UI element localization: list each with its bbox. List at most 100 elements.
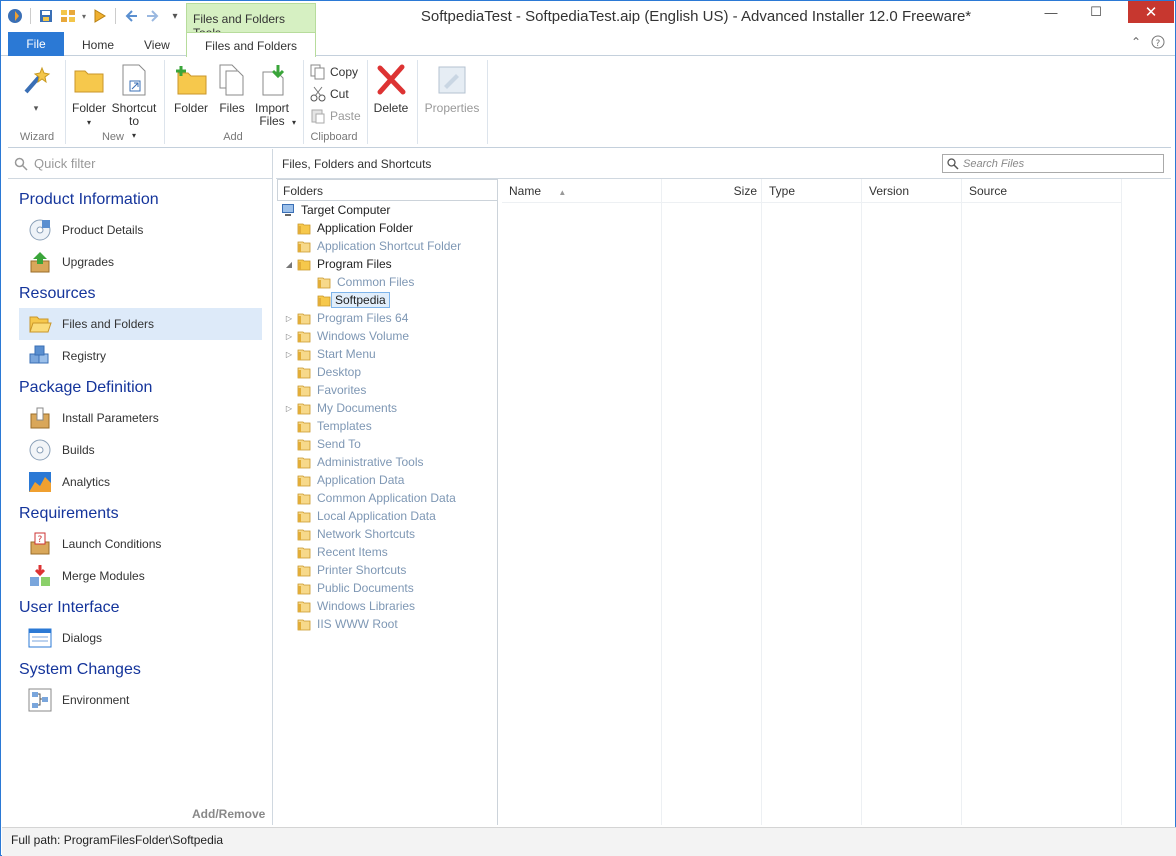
forward-arrow-icon[interactable] [143,6,163,26]
column-header-version[interactable]: Version [862,179,962,203]
tree-item[interactable]: Application Folder [283,219,413,237]
expand-arrow-icon[interactable]: ▷ [283,314,295,323]
tree-item[interactable]: Common Application Data [283,489,456,507]
import-files-button[interactable]: Import Files ▾ [252,62,296,129]
tab-home[interactable]: Home [82,32,114,56]
tree-item-label: Program Files [317,257,392,271]
help-icon[interactable]: ? [1151,35,1165,52]
nav-item-builds[interactable]: Builds [19,434,262,466]
tree-item[interactable]: ▷ Windows Volume [283,327,409,345]
nav-label: Files and Folders [62,317,155,331]
column-header-size[interactable]: Size [662,179,762,203]
nav-item-upgrades[interactable]: Upgrades [19,246,262,278]
tree-item[interactable]: Target Computer [279,201,390,219]
cut-button[interactable]: Cut [310,86,349,102]
maximize-button[interactable]: ☐ [1081,1,1111,23]
add-folder-button[interactable]: Folder [170,62,212,115]
nav-item-analytics[interactable]: Analytics [19,466,262,498]
paste-button[interactable]: Paste [310,108,361,124]
nav-label: Install Parameters [62,411,159,425]
properties-button[interactable]: Properties [422,62,482,115]
tree-item[interactable]: Network Shortcuts [283,525,415,543]
close-button[interactable]: ✕ [1128,1,1174,23]
tree-item[interactable]: Templates [283,417,372,435]
expand-arrow-icon[interactable]: ▷ [283,350,295,359]
title-bar: ▾ ▾ Files and Folders Tools SoftpediaTes… [1,1,1175,40]
shortcut-to-button[interactable]: Shortcut to▾ [110,62,158,142]
save-icon[interactable] [36,6,56,26]
shortcut-to-label: Shortcut to [111,101,157,128]
tree-item[interactable]: Public Documents [283,579,414,597]
app-logo-icon[interactable] [5,6,25,26]
tab-files-and-folders[interactable]: Files and Folders [186,32,316,57]
new-folder-label: Folder [71,101,106,115]
tree-item[interactable]: Favorites [283,381,366,399]
folder-icon [297,439,311,451]
new-folder-button[interactable]: Folder ▾ [68,62,110,129]
folder-icon [297,331,311,343]
chevron-down-icon[interactable]: ▾ [80,6,88,26]
tree-item[interactable]: ▷ Program Files 64 [283,309,408,327]
customize-toolbar-icon[interactable]: ▾ [165,6,185,26]
quick-filter-input[interactable]: Quick filter [8,149,273,179]
tree-item-label: Local Application Data [317,509,436,523]
minimize-button[interactable]: — [1036,1,1066,23]
nav-item-environment[interactable]: Environment [19,684,262,716]
nav-label: Launch Conditions [62,537,162,551]
run-icon[interactable] [90,6,110,26]
column-header-name[interactable]: Name ▲ [502,179,662,203]
collapse-arrow-icon[interactable]: ◢ [283,260,295,269]
folder-icon [297,259,311,271]
tree-item[interactable]: Administrative Tools [283,453,424,471]
tree-item[interactable]: ◢ Program Files [283,255,392,273]
back-arrow-icon[interactable] [121,6,141,26]
tree-item[interactable]: ▷ My Documents [283,399,397,417]
tree-item[interactable]: Softpedia [303,291,390,309]
column-header-source[interactable]: Source [962,179,1122,203]
tree-item[interactable]: IIS WWW Root [283,615,398,633]
copy-button[interactable]: Copy [310,64,358,80]
nav-item-dialogs[interactable]: Dialogs [19,622,262,654]
tree-item[interactable]: Local Application Data [283,507,436,525]
tree-item-label: Common Application Data [317,491,456,505]
tree-item[interactable]: Send To [283,435,361,453]
properties-label: Properties [424,101,480,115]
tree-item[interactable]: Application Shortcut Folder [283,237,461,255]
launch-conditions-icon: ? [30,532,50,555]
nav-label: Upgrades [62,255,115,269]
add-remove-link[interactable]: Add/Remove [192,807,265,821]
wizard-button[interactable]: ▾ [14,62,58,115]
tree-item[interactable]: ▷ Start Menu [283,345,376,363]
search-files-input[interactable]: Search Files [942,154,1164,173]
add-files-button[interactable]: Files [214,62,250,115]
package-icon [30,407,50,429]
tab-file[interactable]: File [8,32,64,56]
nav-item-registry[interactable]: Registry [19,340,262,372]
app-window: ▾ ▾ Files and Folders Tools SoftpediaTes… [0,0,1176,856]
copy-icon [310,64,325,80]
svg-text:?: ? [38,535,43,545]
nav-item-launch-conditions[interactable]: ? Launch Conditions [19,528,262,560]
tree-item[interactable]: Common Files [303,273,414,291]
nav-item-merge-modules[interactable]: Merge Modules [19,560,262,592]
folder-icon [297,511,311,523]
ribbon-divider [487,60,488,144]
column-divider [662,179,762,825]
delete-button[interactable]: Delete [371,62,411,115]
tree-item[interactable]: Windows Libraries [283,597,415,615]
nav-item-product-details[interactable]: Product Details [19,214,262,246]
expand-arrow-icon[interactable]: ▷ [283,404,295,413]
tree-item[interactable]: Recent Items [283,543,388,561]
tree-item[interactable]: Printer Shortcuts [283,561,406,579]
properties-icon [434,62,470,98]
tree-item[interactable]: Desktop [283,363,361,381]
chevron-up-icon[interactable]: ⌃ [1131,35,1141,49]
merge-modules-icon [30,565,50,586]
build-icon[interactable] [58,6,78,26]
tree-item[interactable]: Application Data [283,471,404,489]
nav-item-files-and-folders[interactable]: Files and Folders [19,308,262,340]
column-header-type[interactable]: Type [762,179,862,203]
tab-view[interactable]: View [144,32,170,56]
expand-arrow-icon[interactable]: ▷ [283,332,295,341]
nav-item-install-parameters[interactable]: Install Parameters [19,402,262,434]
